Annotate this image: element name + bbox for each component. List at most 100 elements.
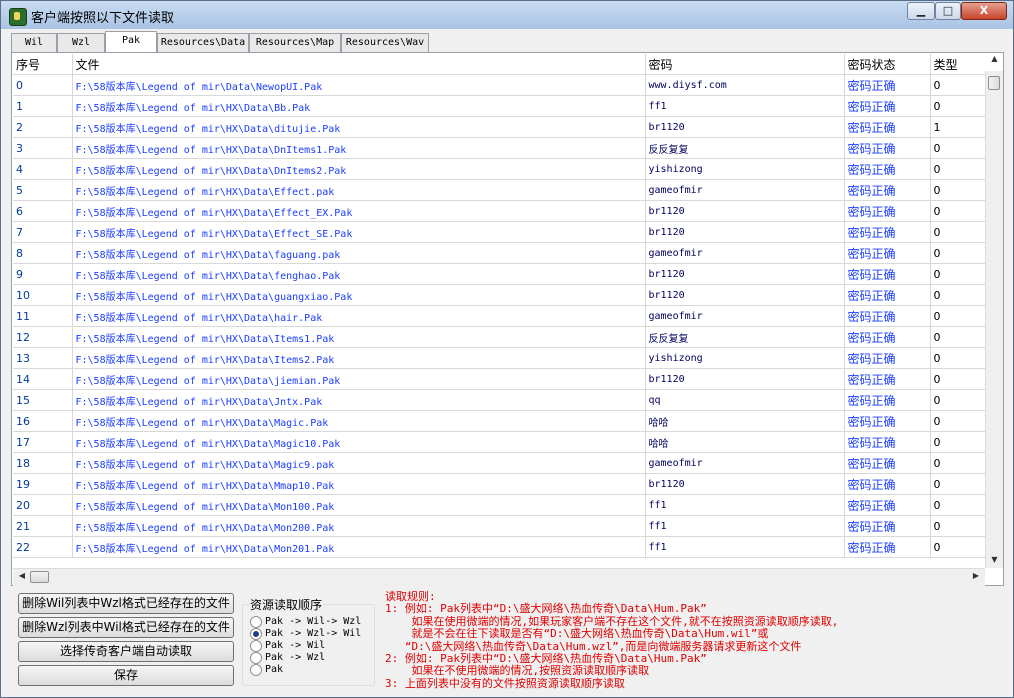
cell-type: 0 (930, 305, 985, 327)
close-button[interactable]: X (961, 2, 1007, 20)
tab-resources-wav[interactable]: Resources\Wav (341, 33, 429, 52)
column-header-type[interactable]: 类型 (930, 54, 985, 75)
cell-password: ff1 (645, 95, 845, 117)
radio-button-selected-icon[interactable] (250, 628, 262, 640)
table-row[interactable]: 9 F:\58版本库\Legend of mir\HX\Data\fenghao.… (13, 263, 985, 285)
cell-password-status: 密码正确 (844, 200, 931, 222)
horizontal-scrollbar[interactable]: ◀ ▶ (13, 568, 985, 586)
tab-wil[interactable]: Wil (11, 33, 57, 52)
cell-file-path: F:\58版本库\Legend of mir\HX\Data\hair.Pak (72, 305, 646, 327)
column-header-password-status[interactable]: 密码状态 (844, 54, 931, 75)
cell-index: 18 (13, 452, 73, 474)
cell-file-path: F:\58版本库\Legend of mir\HX\Data\Magic.Pak (72, 410, 646, 432)
table-row[interactable]: 18 F:\58版本库\Legend of mir\HX\Data\Magic9.… (13, 452, 985, 474)
table-row[interactable]: 20 F:\58版本库\Legend of mir\HX\Data\Mon100.… (13, 494, 985, 516)
radio-button-icon[interactable] (250, 616, 262, 628)
cell-file-path: F:\58版本库\Legend of mir\HX\Data\Effect.pa… (72, 179, 646, 201)
cell-password: br1120 (645, 116, 845, 138)
table-row[interactable]: 14 F:\58版本库\Legend of mir\HX\Data\jiemian… (13, 368, 985, 390)
cell-password: 哈哈 (645, 410, 845, 432)
table-row[interactable]: 0 F:\58版本库\Legend of mir\Data\NewopUI.Pak… (13, 74, 985, 96)
table-row[interactable]: 16 F:\58版本库\Legend of mir\HX\Data\Magic.P… (13, 410, 985, 432)
cell-index: 11 (13, 305, 73, 327)
save-button[interactable]: 保存 (18, 665, 234, 686)
minimize-button[interactable]: ▁ (907, 2, 935, 20)
cell-password: gameofmir (645, 305, 845, 327)
radio-button-icon[interactable] (250, 640, 262, 652)
column-header-file[interactable]: 文件 (72, 54, 646, 75)
cell-password-status: 密码正确 (844, 221, 931, 243)
cell-type: 1 (930, 116, 985, 138)
table-row[interactable]: 10 F:\58版本库\Legend of mir\HX\Data\guangxi… (13, 284, 985, 306)
table-row[interactable]: 6 F:\58版本库\Legend of mir\HX\Data\Effect_E… (13, 200, 985, 222)
table-row[interactable]: 15 F:\58版本库\Legend of mir\HX\Data\Jntx.Pa… (13, 389, 985, 411)
cell-file-path: F:\58版本库\Legend of mir\HX\Data\fenghao.P… (72, 263, 646, 285)
cell-password-status: 密码正确 (844, 452, 931, 474)
delete-wzl-duplicates-button[interactable]: 删除Wzl列表中Wil格式已经存在的文件 (18, 617, 234, 638)
cell-type: 0 (930, 536, 985, 558)
cell-index: 21 (13, 515, 73, 537)
cell-password: br1120 (645, 284, 845, 306)
cell-password-status: 密码正确 (844, 515, 931, 537)
vertical-scroll-thumb[interactable] (988, 76, 1000, 90)
maximize-button[interactable]: □ (935, 2, 961, 20)
cell-type: 0 (930, 347, 985, 369)
table-row[interactable]: 22 F:\58版本库\Legend of mir\HX\Data\Mon201.… (13, 536, 985, 558)
cell-index: 20 (13, 494, 73, 516)
cell-file-path: F:\58版本库\Legend of mir\HX\Data\Effect_SE… (72, 221, 646, 243)
cell-type: 0 (930, 137, 985, 159)
title-bar: 客户端按照以下文件读取 ▁ □ X (1, 1, 1013, 29)
delete-wil-duplicates-button[interactable]: 删除Wil列表中Wzl格式已经存在的文件 (18, 593, 234, 614)
auto-read-client-button[interactable]: 选择传奇客户端自动读取 (18, 641, 234, 662)
cell-file-path: F:\58版本库\Legend of mir\HX\Data\Mon200.Pa… (72, 515, 646, 537)
cell-file-path: F:\58版本库\Legend of mir\Data\NewopUI.Pak (72, 74, 646, 96)
table-row[interactable]: 4 F:\58版本库\Legend of mir\HX\Data\DnItems2… (13, 158, 985, 180)
table-row[interactable]: 1 F:\58版本库\Legend of mir\HX\Data\Bb.Pak ff… (13, 95, 985, 117)
horizontal-scroll-thumb[interactable] (30, 571, 49, 583)
tab-pak[interactable]: Pak (105, 31, 157, 52)
table-row[interactable]: 3 F:\58版本库\Legend of mir\HX\Data\DnItems1… (13, 137, 985, 159)
vertical-scrollbar[interactable]: ▲ ▼ (985, 54, 1003, 568)
cell-file-path: F:\58版本库\Legend of mir\HX\Data\Jntx.Pak (72, 389, 646, 411)
tab-wzl[interactable]: Wzl (57, 33, 105, 52)
table-row[interactable]: 17 F:\58版本库\Legend of mir\HX\Data\Magic10… (13, 431, 985, 453)
cell-type: 0 (930, 410, 985, 432)
table-row[interactable]: 5 F:\58版本库\Legend of mir\HX\Data\Effect.p… (13, 179, 985, 201)
cell-password-status: 密码正确 (844, 536, 931, 558)
cell-type: 0 (930, 494, 985, 516)
cell-index: 7 (13, 221, 73, 243)
table-row[interactable]: 7 F:\58版本库\Legend of mir\HX\Data\Effect_S… (13, 221, 985, 243)
read-rules-text: 读取规则: 1: 例如: Pak列表中“D:\盛大网络\热血传奇\Data\Hu… (385, 590, 839, 690)
tab-resources-data[interactable]: Resources\Data (157, 33, 249, 52)
table-row[interactable]: 21 F:\58版本库\Legend of mir\HX\Data\Mon200.… (13, 515, 985, 537)
cell-password: br1120 (645, 221, 845, 243)
scroll-right-arrow-icon[interactable]: ▶ (969, 571, 983, 584)
table-row[interactable]: 12 F:\58版本库\Legend of mir\HX\Data\Items1.… (13, 326, 985, 348)
cell-type: 0 (930, 200, 985, 222)
cell-password-status: 密码正确 (844, 347, 931, 369)
radio-button-icon[interactable] (250, 664, 262, 676)
table-row[interactable]: 11 F:\58版本库\Legend of mir\HX\Data\hair.Pa… (13, 305, 985, 327)
table-row[interactable]: 19 F:\58版本库\Legend of mir\HX\Data\Mmap10.… (13, 473, 985, 495)
cell-password: www.diysf.com (645, 74, 845, 96)
cell-password-status: 密码正确 (844, 410, 931, 432)
cell-password: 反反复复 (645, 137, 845, 159)
column-header-password[interactable]: 密码 (645, 54, 845, 75)
table-row[interactable]: 8 F:\58版本库\Legend of mir\HX\Data\faguang.… (13, 242, 985, 264)
cell-password: ff1 (645, 494, 845, 516)
cell-type: 0 (930, 452, 985, 474)
cell-password-status: 密码正确 (844, 368, 931, 390)
cell-index: 15 (13, 389, 73, 411)
scroll-left-arrow-icon[interactable]: ◀ (15, 571, 29, 584)
table-row[interactable]: 13 F:\58版本库\Legend of mir\HX\Data\Items2.… (13, 347, 985, 369)
scroll-up-arrow-icon[interactable]: ▲ (986, 54, 1003, 66)
file-list-grid[interactable]: 序号 文件 密码 密码状态 类型 0 F:\58版本库\Legend of mir… (13, 54, 985, 570)
cell-password: 反反复复 (645, 326, 845, 348)
scroll-down-arrow-icon[interactable]: ▼ (986, 555, 1003, 567)
column-header-index[interactable]: 序号 (13, 54, 73, 75)
pak-tab-panel: 序号 文件 密码 密码状态 类型 0 F:\58版本库\Legend of mir… (11, 52, 1004, 586)
tab-resources-map[interactable]: Resources\Map (249, 33, 341, 52)
table-row[interactable]: 2 F:\58版本库\Legend of mir\HX\Data\ditujie.… (13, 116, 985, 138)
cell-file-path: F:\58版本库\Legend of mir\HX\Data\Magic9.pa… (72, 452, 646, 474)
radio-button-icon[interactable] (250, 652, 262, 664)
